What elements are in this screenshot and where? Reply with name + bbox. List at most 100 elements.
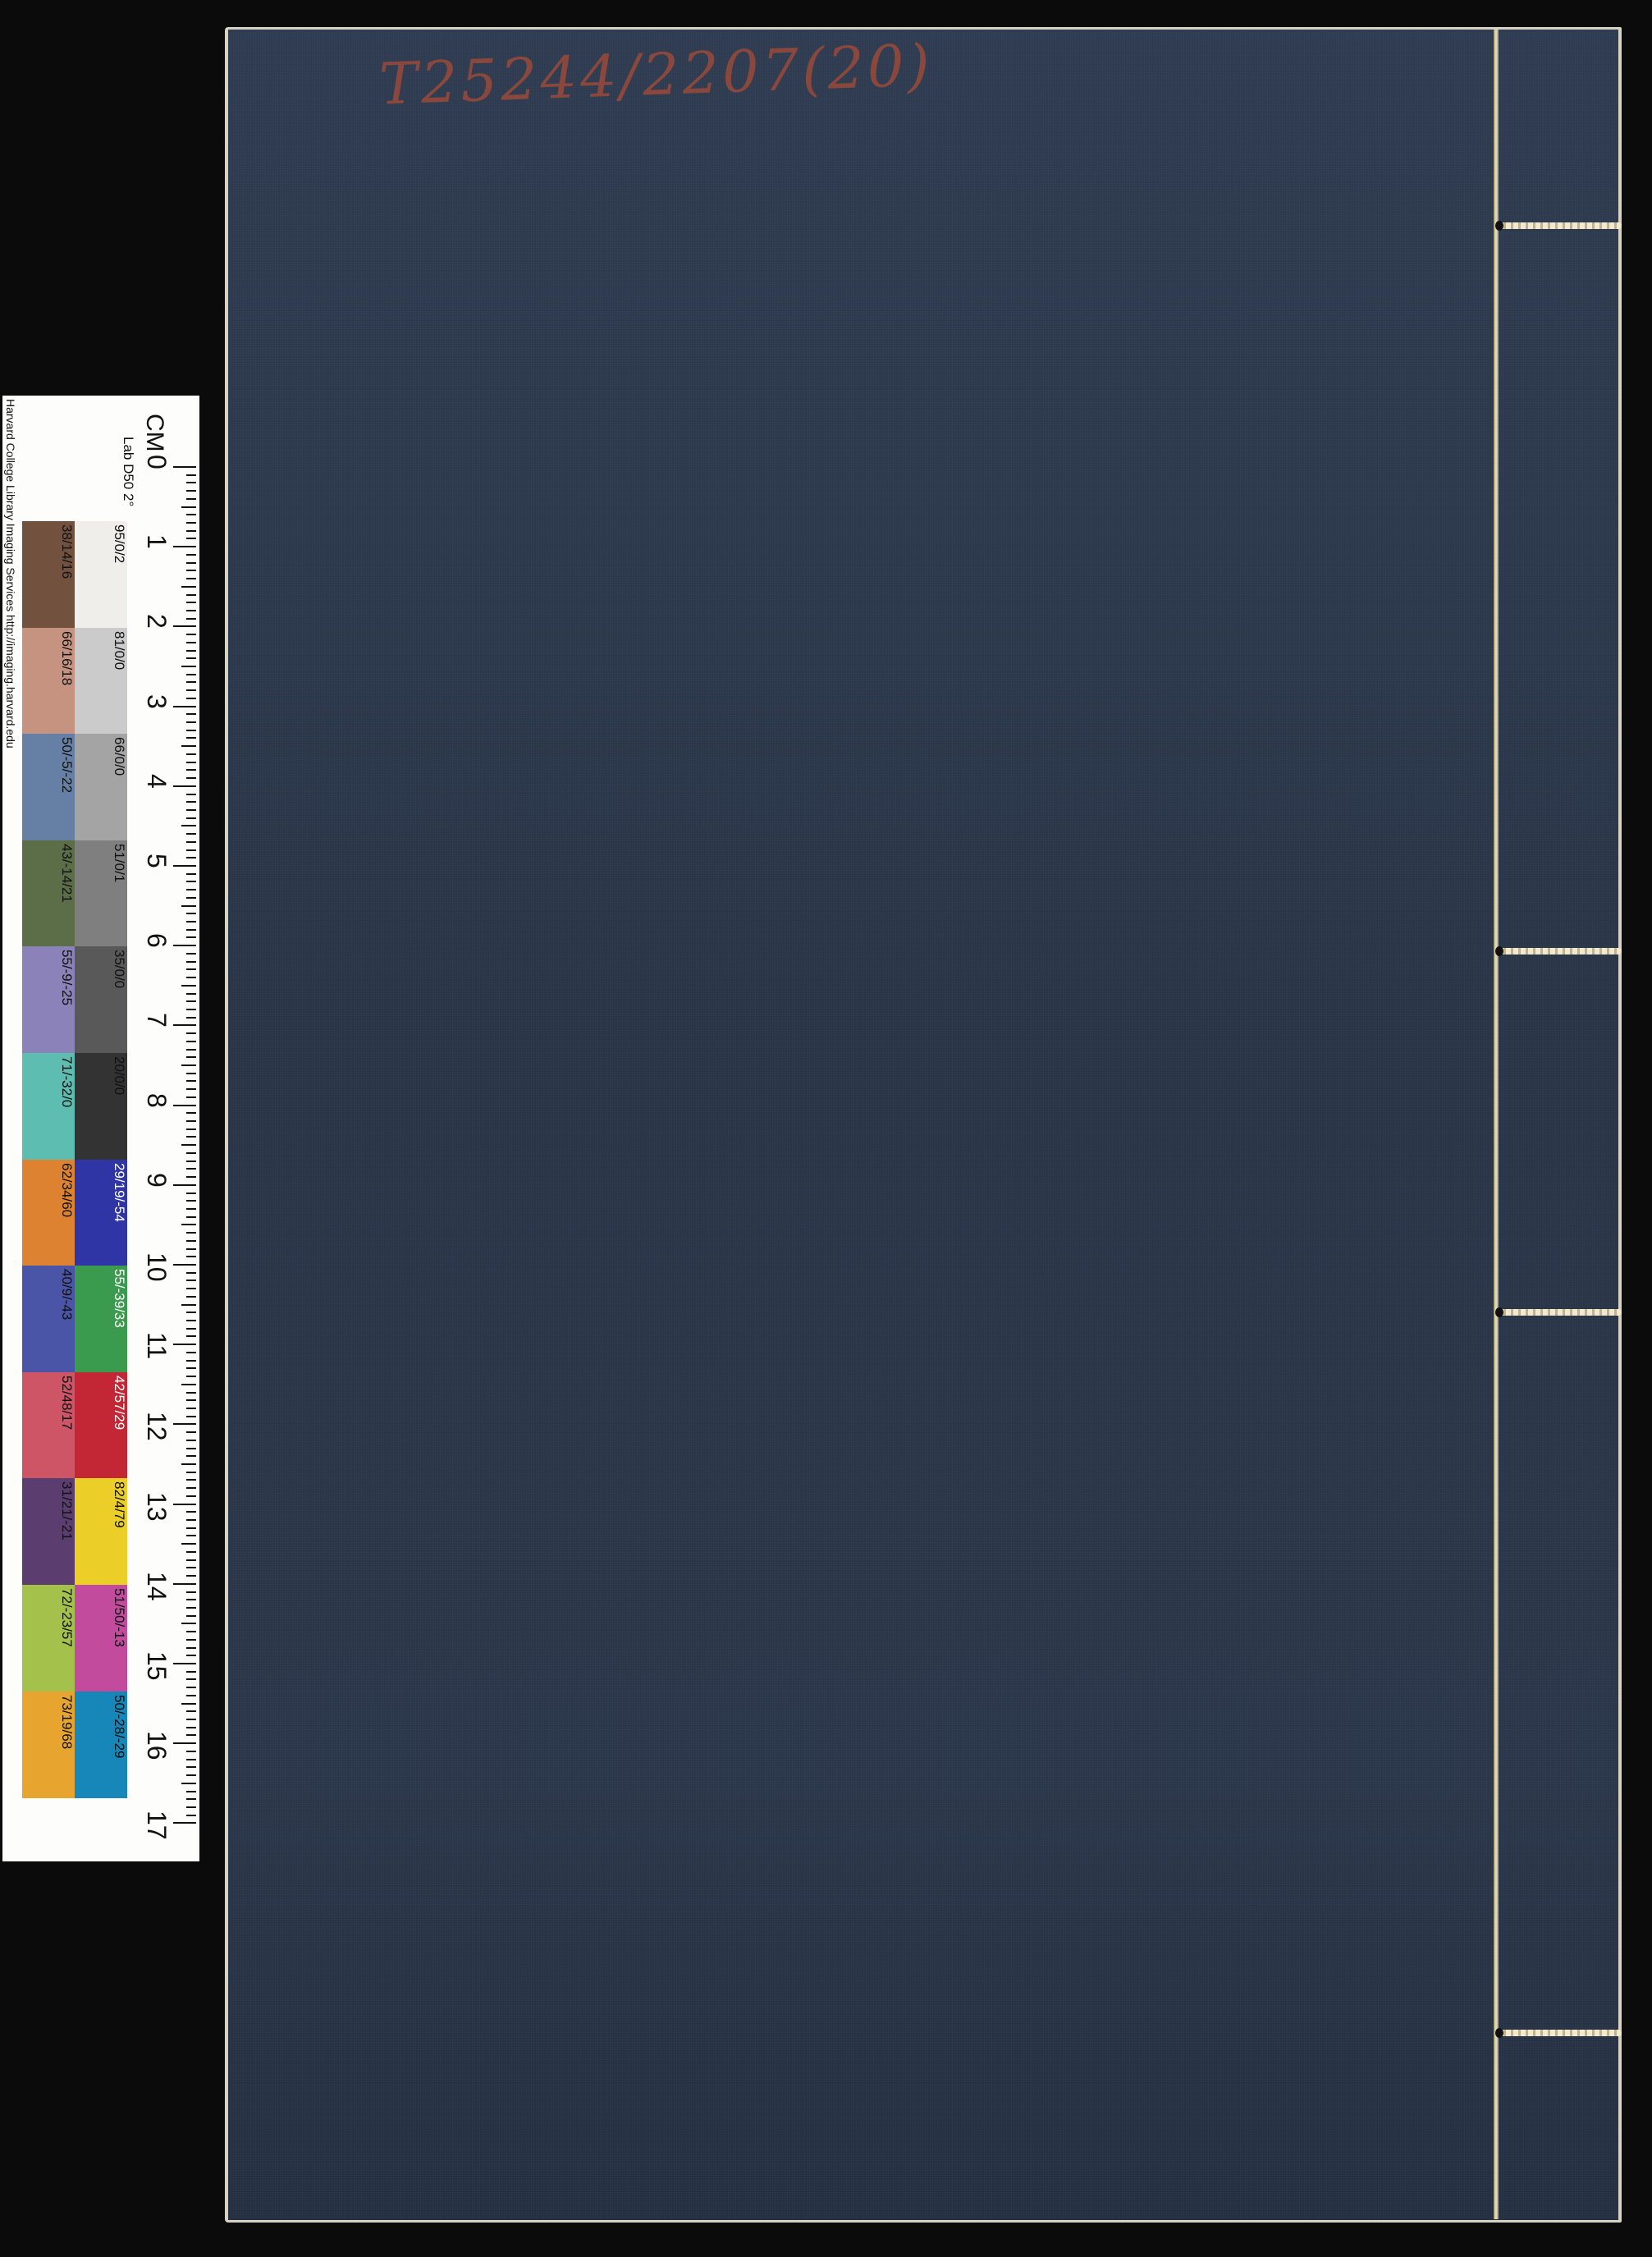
ruler-label: 0 bbox=[142, 455, 172, 469]
ruler-tick-minor bbox=[181, 1543, 196, 1545]
ruler-tick-major bbox=[173, 705, 196, 707]
ruler-tick-minor bbox=[186, 1814, 196, 1816]
ruler-tick-minor bbox=[186, 801, 196, 803]
swatch-label: 31/21/-21 bbox=[59, 1481, 75, 1541]
ruler-tick-minor bbox=[181, 1463, 196, 1465]
binding-stitch bbox=[1499, 948, 1622, 955]
ruler-tick-major bbox=[173, 1024, 196, 1027]
ruler-tick-minor bbox=[186, 1750, 196, 1752]
swatch-label: 38/14/16 bbox=[59, 524, 75, 579]
ruler-label: 16 bbox=[142, 1731, 172, 1760]
ruler-tick-minor bbox=[186, 1678, 196, 1681]
ruler-tick-minor bbox=[186, 1599, 196, 1601]
ruler-tick-minor bbox=[186, 1192, 196, 1194]
ruler-tick-minor bbox=[186, 609, 196, 611]
ruler-tick-minor bbox=[181, 1144, 196, 1147]
ruler-tick-minor bbox=[186, 913, 196, 915]
swatch-10: 31/21/-21 bbox=[22, 1478, 75, 1586]
swatch-label: 81/0/0 bbox=[112, 630, 127, 670]
ruler-tick-minor bbox=[186, 522, 196, 524]
ruler-tick-minor bbox=[181, 666, 196, 667]
swatch-1: 38/14/16 bbox=[22, 521, 75, 628]
ruler-tick-minor bbox=[186, 1327, 196, 1330]
ruler-label: 4 bbox=[142, 773, 172, 789]
ruler-tick-minor bbox=[186, 1774, 196, 1777]
binding-stitch bbox=[1499, 1309, 1622, 1316]
swatch-label: 55/-39/33 bbox=[112, 1269, 127, 1329]
ruler-tick-minor bbox=[186, 1128, 196, 1130]
swatch-label: 35/0/0 bbox=[112, 950, 127, 989]
swatch-label: 82/4/79 bbox=[112, 1481, 127, 1529]
ruler-tick-minor bbox=[186, 1160, 196, 1162]
ruler-tick-minor bbox=[186, 1232, 196, 1234]
ruler-tick-minor bbox=[186, 482, 196, 484]
ruler-tick-minor bbox=[186, 840, 196, 843]
swatch-12: 50/-28/-29 bbox=[75, 1691, 127, 1798]
ruler-tick-minor bbox=[186, 1367, 196, 1370]
ruler-tick-minor bbox=[186, 553, 196, 556]
chart-credit: Harvard College Library Imaging Services… bbox=[4, 399, 17, 749]
ruler-tick-minor bbox=[186, 1048, 196, 1051]
swatch-5: 55/-9/-25 bbox=[22, 946, 75, 1054]
ruler-tick-minor bbox=[186, 1176, 196, 1179]
swatch-label: 66/0/0 bbox=[112, 737, 127, 776]
ruler-tick-minor bbox=[186, 1256, 196, 1258]
swatch-8: 40/9/-43 bbox=[22, 1266, 75, 1373]
ruler-tick-minor bbox=[181, 1303, 196, 1306]
ruler-tick-minor bbox=[186, 921, 196, 923]
ruler-tick-minor bbox=[186, 1495, 196, 1497]
chart-lab-note: Lab D50 2° bbox=[121, 437, 136, 507]
ruler-tick-minor bbox=[186, 1320, 196, 1322]
ruler-tick-minor bbox=[181, 984, 196, 987]
ruler-tick-minor bbox=[186, 673, 196, 675]
swatch-7: 62/34/60 bbox=[22, 1159, 75, 1266]
ruler-tick-minor bbox=[186, 1439, 196, 1441]
ruler-tick-minor bbox=[186, 1335, 196, 1338]
ruler-tick-minor bbox=[186, 1271, 196, 1274]
ruler-tick-minor bbox=[186, 1351, 196, 1353]
ruler-tick-minor bbox=[186, 497, 196, 500]
ruler-label: 8 bbox=[142, 1092, 172, 1108]
color-calibration-chart: Harvard College Library Imaging Services… bbox=[2, 396, 199, 1861]
swatch-label: 50/-28/-29 bbox=[112, 1694, 127, 1759]
ruler-tick-minor bbox=[186, 881, 196, 883]
ruler-tick-minor bbox=[186, 681, 196, 684]
ruler-tick-minor bbox=[181, 1224, 196, 1226]
ruler-tick-minor bbox=[186, 490, 196, 492]
ruler-tick-minor bbox=[186, 977, 196, 979]
ruler-tick-minor bbox=[186, 928, 196, 931]
swatch-3: 66/0/0 bbox=[75, 734, 127, 841]
swatch-label: 62/34/60 bbox=[59, 1162, 75, 1217]
ruler-tick-minor bbox=[186, 529, 196, 532]
ruler-tick-major bbox=[173, 1344, 196, 1346]
swatch-7: 29/19/-54 bbox=[75, 1159, 127, 1266]
swatch-label: 29/19/-54 bbox=[112, 1162, 127, 1222]
ruler-tick-minor bbox=[186, 1280, 196, 1282]
ruler-tick-minor bbox=[186, 1215, 196, 1218]
ruler-tick-major bbox=[173, 1503, 196, 1505]
swatch-4: 43/-14/21 bbox=[22, 840, 75, 947]
ruler-tick-minor bbox=[186, 634, 196, 636]
ruler-tick-minor bbox=[186, 1575, 196, 1577]
swatch-label: 51/50/-13 bbox=[112, 1588, 127, 1647]
ruler-label: 3 bbox=[142, 694, 172, 709]
ruler-tick-major bbox=[173, 625, 196, 628]
ruler-tick-major bbox=[173, 1183, 196, 1186]
book bbox=[225, 27, 1622, 2223]
ruler-tick-major bbox=[173, 785, 196, 787]
ruler-tick-minor bbox=[186, 1631, 196, 1633]
ruler-tick-minor bbox=[186, 1096, 196, 1098]
ruler-tick-minor bbox=[186, 713, 196, 716]
swatch-9: 42/57/29 bbox=[75, 1371, 127, 1479]
ruler-tick-minor bbox=[186, 1239, 196, 1242]
ruler-tick-minor bbox=[186, 889, 196, 891]
ruler-tick-minor bbox=[186, 641, 196, 643]
ruler-unit: CM bbox=[141, 414, 168, 452]
ruler-label: 14 bbox=[142, 1571, 172, 1601]
ruler-tick-minor bbox=[186, 1200, 196, 1202]
swatch-11: 51/50/-13 bbox=[75, 1585, 127, 1692]
ruler-tick-minor bbox=[186, 1359, 196, 1362]
ruler-tick-minor bbox=[186, 1415, 196, 1417]
swatch-8: 55/-39/33 bbox=[75, 1266, 127, 1373]
swatch-label: 42/57/29 bbox=[112, 1375, 127, 1430]
